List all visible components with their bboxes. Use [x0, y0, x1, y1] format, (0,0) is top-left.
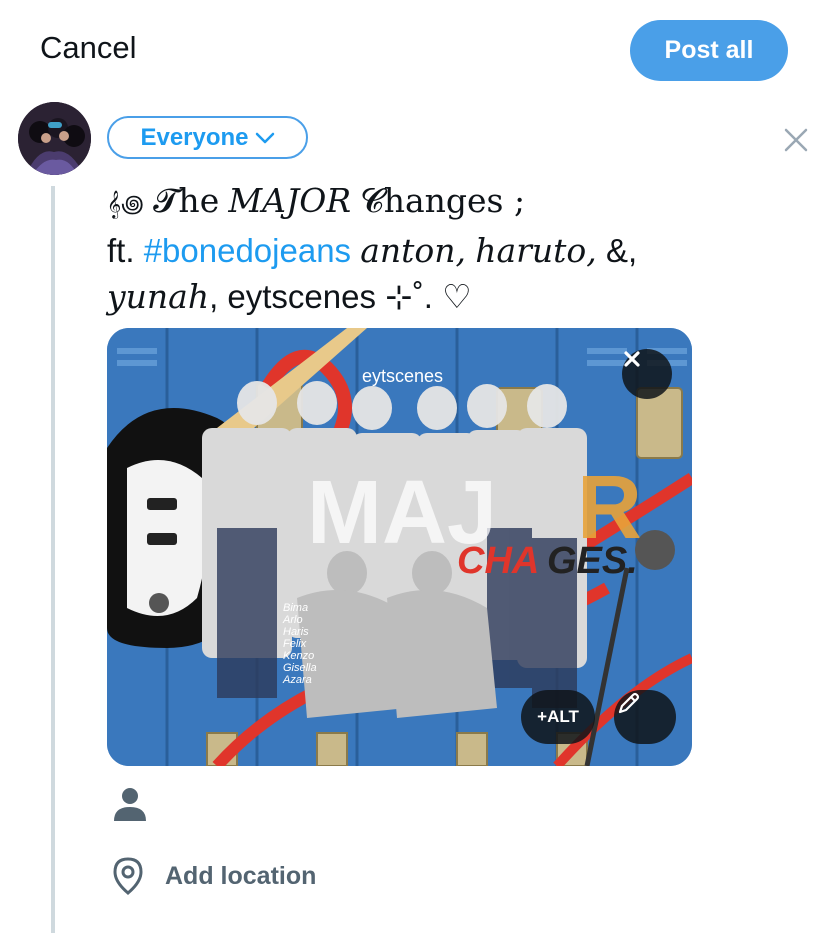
post-all-button[interactable]: Post all [630, 20, 788, 81]
tag-people-button[interactable] [111, 785, 149, 823]
text-haruto: haruto, [475, 231, 597, 270]
chevron-down-icon [255, 132, 274, 143]
post-text[interactable]: 𝄞꩜ 𝓣he MAJOR 𝓒hanges ; ft. #bonedojeans … [107, 178, 707, 320]
text-ft: ft. [107, 232, 135, 269]
text-ampersand: &, [605, 232, 638, 269]
text-the: 𝓣he [153, 181, 220, 220]
image-name: Bima [283, 602, 309, 614]
hashtag-link[interactable]: #bonedojeans [144, 232, 351, 269]
add-alt-text-button[interactable]: +ALT [521, 690, 595, 744]
add-location-button[interactable]: Add location [111, 856, 316, 896]
post-text-line-2: ft. #bonedojeans anton, haruto, &, [107, 228, 707, 274]
image-name: Gisella [283, 662, 317, 674]
text-yunah: yunah [107, 277, 210, 316]
attached-image[interactable]: MAJ R CHA GES. eytscenes Bima Arlo Haris… [107, 328, 692, 766]
location-pin-icon [113, 857, 143, 895]
svg-text:CHA: CHA [457, 540, 539, 582]
audience-label: Everyone [140, 123, 249, 151]
audience-selector[interactable]: Everyone [107, 116, 308, 159]
edit-media-button[interactable] [614, 690, 676, 744]
close-icon[interactable] [782, 126, 810, 154]
post-text-line-1: 𝄞꩜ 𝓣he MAJOR 𝓒hanges ; [107, 178, 707, 228]
avatar[interactable] [18, 102, 91, 175]
image-watermark: eytscenes [362, 366, 444, 386]
image-name: Azara [283, 674, 312, 686]
music-symbol: 𝄞꩜ [107, 191, 144, 218]
cancel-button[interactable]: Cancel [40, 30, 137, 66]
text-changes: 𝓒hanges ; [360, 181, 526, 220]
text-major: MAJOR [228, 181, 352, 220]
image-artwork: MAJ R CHA GES. [107, 328, 692, 766]
image-name: Kenzo [283, 650, 315, 662]
text-eytscenes: , eytscenes ⊹˚. ♡ [209, 278, 472, 315]
close-icon [624, 351, 640, 367]
image-name: Haris [283, 626, 309, 638]
image-name: Felix [283, 638, 307, 650]
image-name-list: Bima Arlo Haris Felix Kenzo Gisella Azar… [283, 602, 317, 686]
pencil-icon [618, 692, 640, 714]
add-location-label: Add location [165, 861, 317, 890]
text-anton: anton, [360, 231, 467, 270]
image-name: Arlo [283, 614, 303, 626]
remove-media-button[interactable] [622, 349, 672, 399]
thread-line [51, 186, 55, 933]
person-icon [114, 788, 146, 821]
post-text-line-3: yunah, eytscenes ⊹˚. ♡ [107, 274, 707, 320]
